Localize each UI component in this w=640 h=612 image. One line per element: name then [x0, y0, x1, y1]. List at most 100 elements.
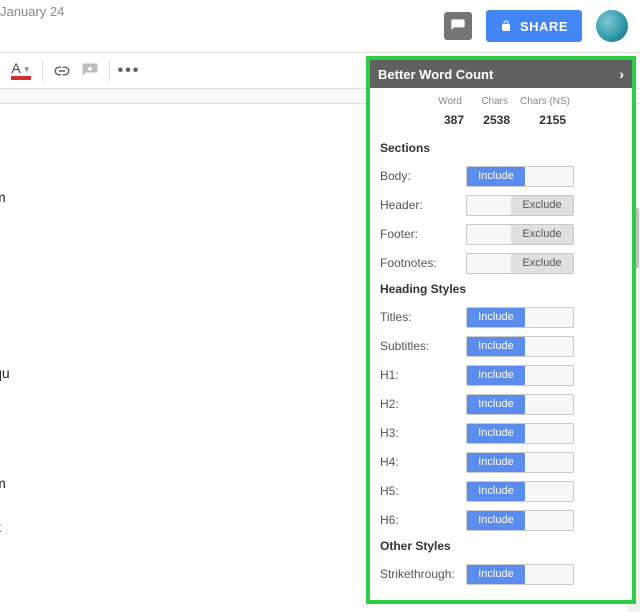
toggle-h6[interactable]: Include [466, 510, 574, 531]
option-label: Header: [380, 198, 466, 212]
document-line: hasellus quis arcu id lorem [0, 472, 360, 494]
document-line: la nec mauris non leo [0, 164, 360, 186]
option-label: H5: [380, 484, 466, 498]
option-label: Footer: [380, 227, 466, 241]
stats-col-chars-ns: Chars (NS) [520, 96, 564, 107]
document-line: avida, id consequat odio [0, 494, 360, 516]
option-label: H1: [380, 368, 466, 382]
topbar: January 24 SHARE [0, 0, 640, 52]
more-tools-button[interactable]: ••• [116, 58, 142, 84]
document-line: biscing elit. Sed nec nunc [0, 604, 360, 612]
last-edit-date: January 24 [0, 4, 64, 19]
toggle-footnotes[interactable]: Exclude [466, 253, 574, 274]
toggle-body[interactable]: Include [466, 166, 574, 187]
stats-header: Word Chars Chars (NS) [434, 96, 622, 107]
share-button[interactable]: SHARE [486, 10, 582, 42]
document-line: pretium diam. Quisque [0, 450, 360, 472]
panel-close-button[interactable]: › [619, 66, 624, 82]
document-line: ed felis quis, pharetra [0, 340, 360, 362]
chevron-down-icon: ▼ [23, 65, 31, 74]
option-label: Body: [380, 169, 466, 183]
section-title-heading-styles: Heading Styles [380, 282, 622, 296]
toggle-h3[interactable]: Include [466, 423, 574, 444]
document-line: s consequat. Aenean [0, 296, 360, 318]
avatar[interactable] [596, 10, 628, 42]
option-row-subtitles: Subtitles:Include [380, 333, 622, 359]
text-color-button[interactable]: A ▼ [6, 58, 36, 84]
toggle-knob: Include [467, 308, 525, 327]
addon-panel: Better Word Count › Word Chars Chars (NS… [366, 56, 636, 604]
text-color-swatch [11, 76, 31, 80]
option-row-footer: Footer: Exclude [380, 221, 622, 247]
option-label: Footnotes: [380, 256, 466, 270]
toggle-knob: Exclude [511, 254, 573, 273]
document-line: magnis dis parturient [0, 274, 360, 296]
toggle-footer[interactable]: Exclude [466, 224, 574, 245]
document-page: turpis veruapious varius,en et turpis te… [0, 104, 360, 612]
toggle-knob: Include [467, 366, 525, 385]
option-row-h1: H1:Include [380, 362, 622, 388]
add-comment-button[interactable] [77, 58, 103, 84]
more-icon: ••• [118, 62, 141, 80]
stat-word: 387 [436, 113, 464, 127]
toggle-knob: Include [467, 167, 525, 186]
toggle-titles[interactable]: Include [466, 307, 574, 328]
stat-chars: 2538 [476, 113, 510, 127]
stat-chars-ns: 2155 [522, 113, 566, 127]
toggle-subtitles[interactable]: Include [466, 336, 574, 357]
option-row-body: Body:Include [380, 163, 622, 189]
text-color-letter: A [11, 62, 20, 74]
toggle-header[interactable]: Exclude [466, 195, 574, 216]
comment-icon [450, 18, 466, 34]
toggle-knob: Exclude [511, 196, 573, 215]
toggle-knob: Include [467, 482, 525, 501]
document-line: i eu mi at elit ornare [0, 538, 360, 560]
stats-values: 387 2538 2155 [436, 113, 622, 127]
option-label: Subtitles: [380, 339, 466, 353]
document-line: turpis veruapious varius, [0, 120, 360, 142]
option-row-h6: H6:Include [380, 507, 622, 533]
toggle-h4[interactable]: Include [466, 452, 574, 473]
toggle-h5[interactable]: Include [466, 481, 574, 502]
share-label: SHARE [520, 19, 568, 34]
document-line: vitae arcu vel sem [0, 318, 360, 340]
lock-icon [500, 19, 512, 33]
option-row-h4: H4:Include [380, 449, 622, 475]
option-row-h5: H5:Include [380, 478, 622, 504]
add-comment-icon [81, 62, 99, 80]
section-title-other-styles: Other Styles [380, 539, 622, 553]
option-row-h3: H3:Include [380, 420, 622, 446]
panel-body: Word Chars Chars (NS) 387 2538 2155 Sect… [370, 88, 632, 600]
document-line: en et turpis tempus [0, 142, 360, 164]
toggle-h1[interactable]: Include [466, 365, 574, 386]
option-label: Titles: [380, 310, 466, 324]
section-title-sections: Sections [380, 141, 622, 155]
toggle-strikethrough[interactable]: Include [466, 564, 574, 585]
toggle-knob: Include [467, 565, 525, 584]
option-row-titles: Titles:Include [380, 304, 622, 330]
toggle-knob: Include [467, 395, 525, 414]
option-row-h2: H2:Include [380, 391, 622, 417]
option-row-strikethrough: Strikethrough:Include [380, 561, 622, 587]
insert-link-button[interactable] [49, 58, 75, 84]
option-row-header: Header: Exclude [380, 192, 622, 218]
stats-col-word: Word [434, 96, 462, 107]
option-label: H3: [380, 426, 466, 440]
link-icon [53, 62, 71, 80]
toggle-knob: Include [467, 337, 525, 356]
document-line: o. [0, 230, 360, 252]
document-line: . Vivamus laoreet volutpat [0, 516, 360, 538]
toggle-knob: Include [467, 453, 525, 472]
document-line: Class aptent taciti sociosqu [0, 362, 360, 384]
toggle-knob: Exclude [511, 225, 573, 244]
panel-header: Better Word Count › [370, 60, 632, 88]
toggle-h2[interactable]: Include [466, 394, 574, 415]
option-label: Strikethrough: [380, 567, 466, 581]
comments-button[interactable] [444, 12, 472, 40]
option-label: H4: [380, 455, 466, 469]
toggle-knob: Include [467, 511, 525, 530]
toggle-knob: Include [467, 424, 525, 443]
option-label: H6: [380, 513, 466, 527]
option-label: H2: [380, 397, 466, 411]
document-line: erat risus. In sagittis ipsum [0, 186, 360, 208]
